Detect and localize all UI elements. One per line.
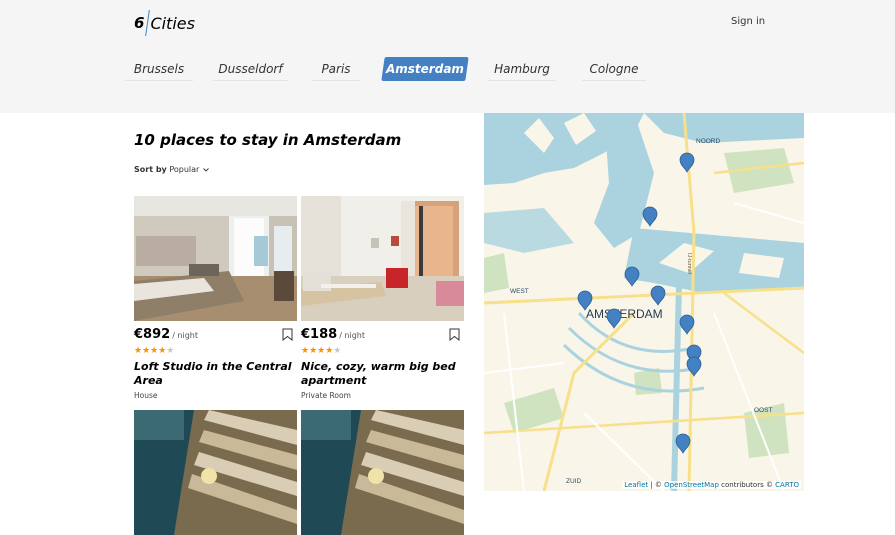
map-pin-icon[interactable] [675, 433, 691, 454]
tab-brussels[interactable]: Brussels [125, 57, 193, 81]
place-name[interactable]: Nice, cozy, warm big bed apartment [301, 360, 464, 388]
tab-label: Brussels [133, 61, 185, 76]
bookmark-icon[interactable] [449, 328, 460, 341]
place-card[interactable] [134, 410, 297, 535]
tab-dusseldorf[interactable]: Dusseldorf [213, 57, 288, 81]
rating-stars: ★★★★★ [301, 346, 342, 356]
map-attribution: Leaflet | © OpenStreetMap contributors ©… [622, 481, 801, 489]
osm-link[interactable]: OpenStreetMap [664, 481, 719, 489]
leaflet-link[interactable]: Leaflet [624, 481, 648, 489]
tab-cologne[interactable]: Cologne [582, 57, 646, 81]
logo-text: Cities [150, 13, 195, 33]
sort-control[interactable]: Sort by Popular [134, 165, 209, 174]
place-image[interactable] [301, 410, 464, 535]
map-pin-icon[interactable] [606, 308, 622, 329]
price-line: €188 / night [301, 327, 464, 343]
price-per: / night [339, 331, 366, 340]
map-pin-icon[interactable] [679, 152, 695, 173]
site-header: 6 Cities Sign in Brussels Dusseldorf Par… [0, 0, 895, 113]
place-card[interactable] [301, 410, 464, 535]
place-card[interactable]: €892 / night ★★★★★ Loft Studio in the Ce… [134, 196, 297, 400]
place-name[interactable]: Loft Studio in the Central Area [134, 360, 297, 388]
place-image[interactable] [301, 196, 464, 321]
price-value: €892 [134, 327, 171, 342]
tab-amsterdam[interactable]: Amsterdam [381, 57, 469, 81]
map-pin-icon[interactable] [686, 356, 702, 377]
map-label-noord: NOORD [696, 138, 721, 145]
map-pin-icon[interactable] [650, 285, 666, 306]
map-pin-icon[interactable] [624, 266, 640, 287]
signin-link[interactable]: Sign in [731, 16, 765, 27]
map-label-zuid: ZUID [566, 478, 581, 485]
place-card[interactable]: €188 / night ★★★★★ Nice, cozy, warm big … [301, 196, 464, 400]
price-value: €188 [301, 327, 338, 342]
tab-paris[interactable]: Paris [312, 57, 360, 81]
rating-stars: ★★★★★ [134, 346, 175, 356]
sort-label: Sort by [134, 165, 167, 174]
tab-label: Amsterdam [386, 62, 464, 76]
tab-hamburg[interactable]: Hamburg [488, 57, 556, 81]
place-type: Private Room [301, 391, 351, 400]
map-label-amsterdam: AMSTERDAM [586, 307, 663, 321]
map-overlay: NOORD WEST AMSTERDAM OOST ZUID IJ-tunnel [510, 138, 772, 485]
attribution-sep: | © [648, 481, 665, 489]
map-pin-icon[interactable] [642, 206, 658, 227]
place-image[interactable] [134, 196, 297, 321]
places-title: 10 places to stay in Amsterdam [134, 131, 402, 149]
map-label-oost: OOST [754, 407, 772, 414]
map-label-west: WEST [510, 288, 529, 295]
tab-label: Dusseldorf [218, 61, 283, 76]
sort-value: Popular [169, 165, 200, 174]
tab-label: Cologne [589, 61, 639, 76]
attribution-mid: contributors © [718, 481, 776, 489]
place-image[interactable] [134, 410, 297, 535]
bookmark-icon[interactable] [282, 328, 293, 341]
chevron-down-icon [203, 167, 209, 172]
price-per: / night [172, 331, 199, 340]
logo[interactable]: 6 Cities [134, 10, 195, 36]
price-line: €892 / night [134, 327, 297, 343]
logo-number: 6 [134, 14, 145, 32]
map-pin-icon[interactable] [679, 314, 695, 335]
tab-label: Hamburg [494, 61, 550, 76]
city-map[interactable]: NOORD WEST AMSTERDAM OOST ZUID IJ-tunnel… [484, 113, 804, 491]
tab-label: Paris [321, 61, 351, 76]
carto-link[interactable]: CARTO [775, 481, 799, 489]
map-street-label: IJ-tunnel [686, 253, 692, 274]
place-type: House [134, 391, 158, 400]
